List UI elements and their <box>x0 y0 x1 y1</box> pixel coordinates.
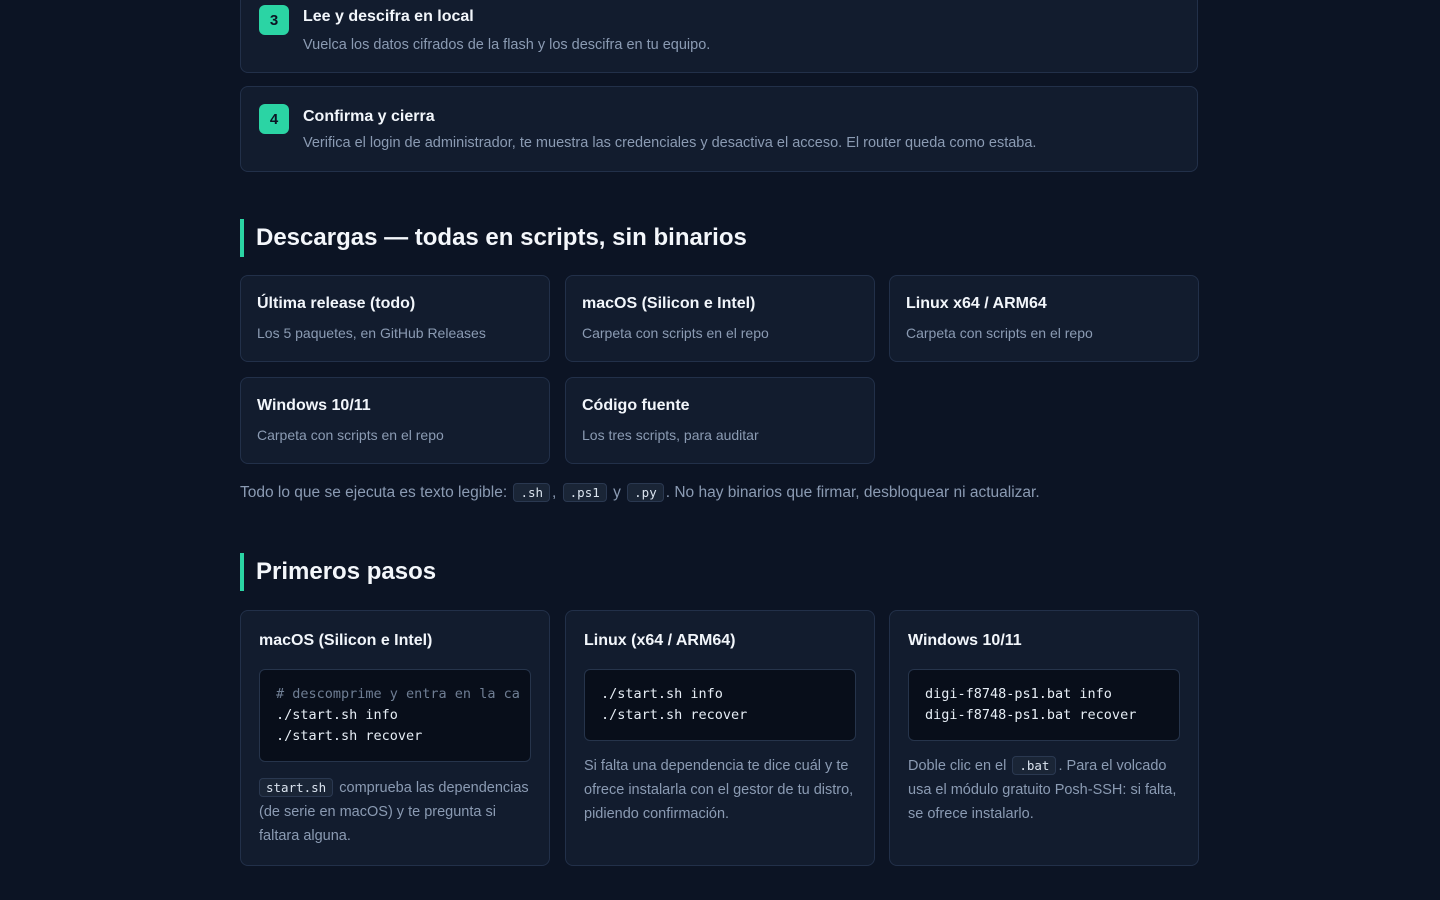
code-line: ./start.sh recover <box>276 728 423 744</box>
download-card-title: macOS (Silicon e Intel) <box>582 295 756 312</box>
code-start-sh: start.sh <box>259 778 334 797</box>
step-description: Verifica el login de administrador, te m… <box>303 135 1037 151</box>
downloads-heading: Descargas — todas en scripts, sin binari… <box>240 219 747 257</box>
code-line: digi-f8748-ps1.bat recover <box>925 707 1137 723</box>
note-separator: y <box>613 483 621 501</box>
code-line: digi-f8748-ps1.bat info <box>925 686 1112 702</box>
code-line: ./start.sh recover <box>601 707 748 723</box>
getting-started-card-title: Windows 10/11 <box>908 632 1022 649</box>
step-number-badge: 3 <box>259 5 289 35</box>
getting-started-card-linux: Linux (x64 / ARM64) ./start.sh info ./st… <box>565 610 875 866</box>
description-prefix: Doble clic en el <box>908 758 1007 774</box>
download-card-subtitle: Carpeta con scripts en el repo <box>582 325 769 341</box>
download-card-title: Linux x64 / ARM64 <box>906 295 1047 312</box>
code-line: ./start.sh info <box>276 707 398 723</box>
code-comment: # descomprime y entra en la ca <box>276 686 520 702</box>
step-title: Lee y descifra en local <box>303 8 474 25</box>
download-card-title: Última release (todo) <box>257 295 416 312</box>
code-py: .py <box>627 483 664 502</box>
step-number-badge: 4 <box>259 104 289 134</box>
download-card-subtitle: Carpeta con scripts en el repo <box>906 325 1093 341</box>
code-bat: .bat <box>1012 756 1057 775</box>
code-ps1: .ps1 <box>562 483 607 502</box>
code-sh: .sh <box>513 483 551 502</box>
step-description: Vuelca los datos cifrados de la flash y … <box>303 37 711 53</box>
note-prefix: Todo lo que se ejecuta es texto legible: <box>240 483 508 501</box>
download-card-title: Windows 10/11 <box>257 397 371 414</box>
step-title: Confirma y cierra <box>303 108 435 125</box>
code-block[interactable]: # descomprime y entra en la ca ./start.s… <box>259 669 531 762</box>
getting-started-card-title: macOS (Silicon e Intel) <box>259 632 433 649</box>
code-block[interactable]: digi-f8748-ps1.bat info digi-f8748-ps1.b… <box>908 669 1180 741</box>
note-separator: , <box>552 483 557 501</box>
step-card-4: 4 Confirma y cierra Verifica el login de… <box>240 86 1198 172</box>
download-card-subtitle: Los 5 paquetes, en GitHub Releases <box>257 325 486 341</box>
getting-started-heading: Primeros pasos <box>240 553 436 591</box>
download-card-subtitle: Los tres scripts, para auditar <box>582 427 759 443</box>
getting-started-card-description: Si falta una dependencia te dice cuál y … <box>584 758 854 822</box>
note-suffix: . No hay binarios que firmar, desbloquea… <box>665 483 1040 501</box>
getting-started-card-description: Doble clic en el .bat. Para el volcado u… <box>908 754 1186 826</box>
getting-started-card-title: Linux (x64 / ARM64) <box>584 632 736 649</box>
download-card-title: Código fuente <box>582 397 690 414</box>
download-card-source-code[interactable]: Código fuente Los tres scripts, para aud… <box>565 377 875 464</box>
step-card-3: 3 Lee y descifra en local Vuelca los dat… <box>240 0 1198 73</box>
page: 3 Lee y descifra en local Vuelca los dat… <box>0 0 1440 900</box>
getting-started-card-windows: Windows 10/11 digi-f8748-ps1.bat info di… <box>889 610 1199 866</box>
download-card-linux[interactable]: Linux x64 / ARM64 Carpeta con scripts en… <box>889 275 1199 362</box>
download-card-subtitle: Carpeta con scripts en el repo <box>257 427 444 443</box>
code-line: ./start.sh info <box>601 686 723 702</box>
getting-started-card-description: start.sh comprueba las dependencias (de … <box>259 776 537 848</box>
getting-started-card-macos: macOS (Silicon e Intel) # descomprime y … <box>240 610 550 866</box>
code-block[interactable]: ./start.sh info ./start.sh recover <box>584 669 856 741</box>
download-card-windows[interactable]: Windows 10/11 Carpeta con scripts en el … <box>240 377 550 464</box>
download-card-macos[interactable]: macOS (Silicon e Intel) Carpeta con scri… <box>565 275 875 362</box>
download-card-latest-release[interactable]: Última release (todo) Los 5 paquetes, en… <box>240 275 550 362</box>
downloads-note: Todo lo que se ejecuta es texto legible:… <box>240 483 1040 502</box>
